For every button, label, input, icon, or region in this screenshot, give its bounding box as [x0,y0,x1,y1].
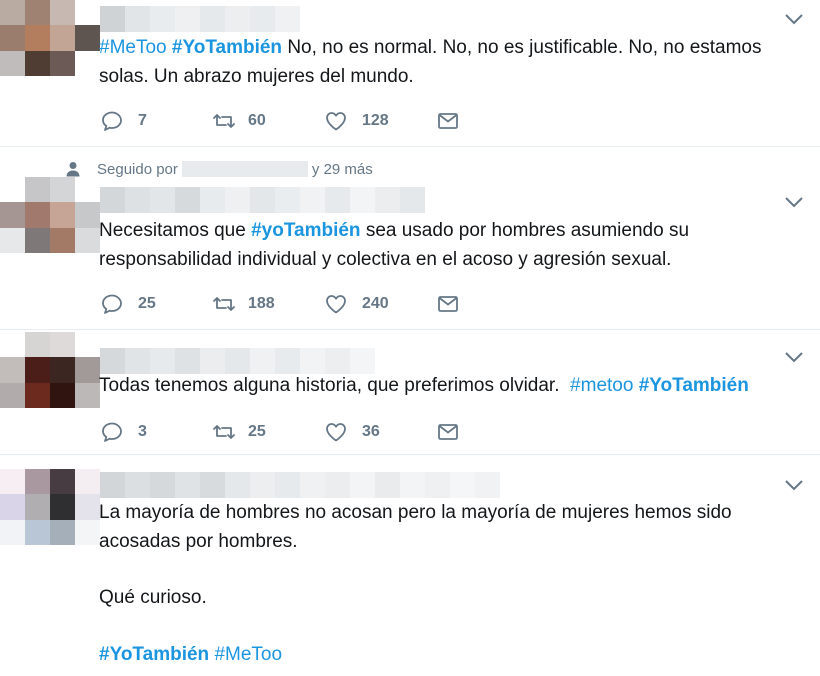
retweet-count: 188 [248,295,275,312]
direct-message-button[interactable] [436,289,460,319]
envelope-icon [438,424,458,440]
followed-by-names-redacted [181,161,308,177]
user-name-redacted[interactable] [100,348,375,374]
tweet-menu-chevron-down-icon[interactable] [784,12,804,26]
retweet-icon [213,425,235,439]
reply-button[interactable]: 7 [100,106,147,136]
avatar[interactable] [0,332,100,408]
reply-button[interactable]: 3 [100,417,147,447]
like-count: 36 [362,423,380,440]
heart-icon [326,423,346,442]
tweet-feed: #MeToo #YoTambién No, no es normal. No, … [0,0,820,676]
person-icon [66,162,80,177]
reply-count: 25 [138,295,156,312]
direct-message-button[interactable] [436,106,460,136]
like-button[interactable]: 240 [324,289,389,319]
tweet-text: #MeToo #YoTambién No, no es normal. No, … [99,34,799,91]
tweet-text: Necesitamos que #yoTambién sea usado por… [99,217,799,274]
reply-icon [102,422,122,442]
retweet-button[interactable]: 25 [212,417,266,447]
followed-by-count: y 29 más [311,160,373,178]
retweet-button[interactable]: 188 [212,289,275,319]
hashtag-link[interactable]: #YoTambién [639,375,749,396]
tweet[interactable]: La mayoría de hombres no acosan pero la … [0,455,820,676]
hashtag-link[interactable]: #MeToo [214,644,282,665]
retweet-icon [213,114,235,128]
retweet-count: 25 [248,423,266,440]
followed-by-context[interactable]: Seguido por y 29 más [66,156,373,182]
like-button[interactable]: 36 [324,417,380,447]
tweet-paragraph: La mayoría de hombres no acosan pero la … [99,502,732,552]
reply-count: 7 [138,112,147,129]
direct-message-button[interactable] [436,417,460,447]
tweet-hashtags: #YoTambién #MeToo [99,641,799,670]
tweet-text: Todas tenemos alguna historia, que prefe… [99,372,799,401]
like-button[interactable]: 128 [324,106,389,136]
hashtag-link[interactable]: #YoTambién [99,644,209,665]
retweet-icon [213,297,235,311]
like-count: 128 [362,112,389,129]
hashtag-link[interactable]: #metoo [570,375,633,396]
avatar[interactable] [0,177,100,253]
hashtag-link[interactable]: #MeToo [99,37,167,58]
reply-icon [102,294,122,314]
avatar[interactable] [0,469,100,545]
heart-icon [326,112,346,131]
envelope-icon [438,113,458,129]
hashtag-link[interactable]: #yoTambién [251,220,360,241]
tweet[interactable]: Todas tenemos alguna historia, que prefe… [0,330,820,455]
user-name-redacted[interactable] [100,187,425,213]
reply-button[interactable]: 25 [100,289,156,319]
tweet-text-segment: Todas tenemos alguna historia, que prefe… [99,375,571,396]
tweet-text: La mayoría de hombres no acosan pero la … [99,499,799,669]
heart-icon [326,295,346,314]
tweet-menu-chevron-down-icon[interactable] [784,350,804,364]
reply-icon [102,111,122,131]
like-count: 240 [362,295,389,312]
tweet[interactable]: #MeToo #YoTambién No, no es normal. No, … [0,0,820,147]
tweet-menu-chevron-down-icon[interactable] [784,195,804,209]
envelope-icon [438,296,458,312]
retweet-count: 60 [248,112,266,129]
reply-count: 3 [138,423,147,440]
tweet-menu-chevron-down-icon[interactable] [784,478,804,492]
tweet-text-segment: Necesitamos que [99,220,252,241]
tweet-paragraph: Qué curioso. [99,587,207,608]
hashtag-link[interactable]: #YoTambién [172,37,282,58]
user-name-redacted[interactable] [100,6,300,32]
followed-by-label: Seguido por [97,160,178,178]
user-name-redacted[interactable] [100,472,500,498]
retweet-button[interactable]: 60 [212,106,266,136]
avatar[interactable] [0,0,100,76]
